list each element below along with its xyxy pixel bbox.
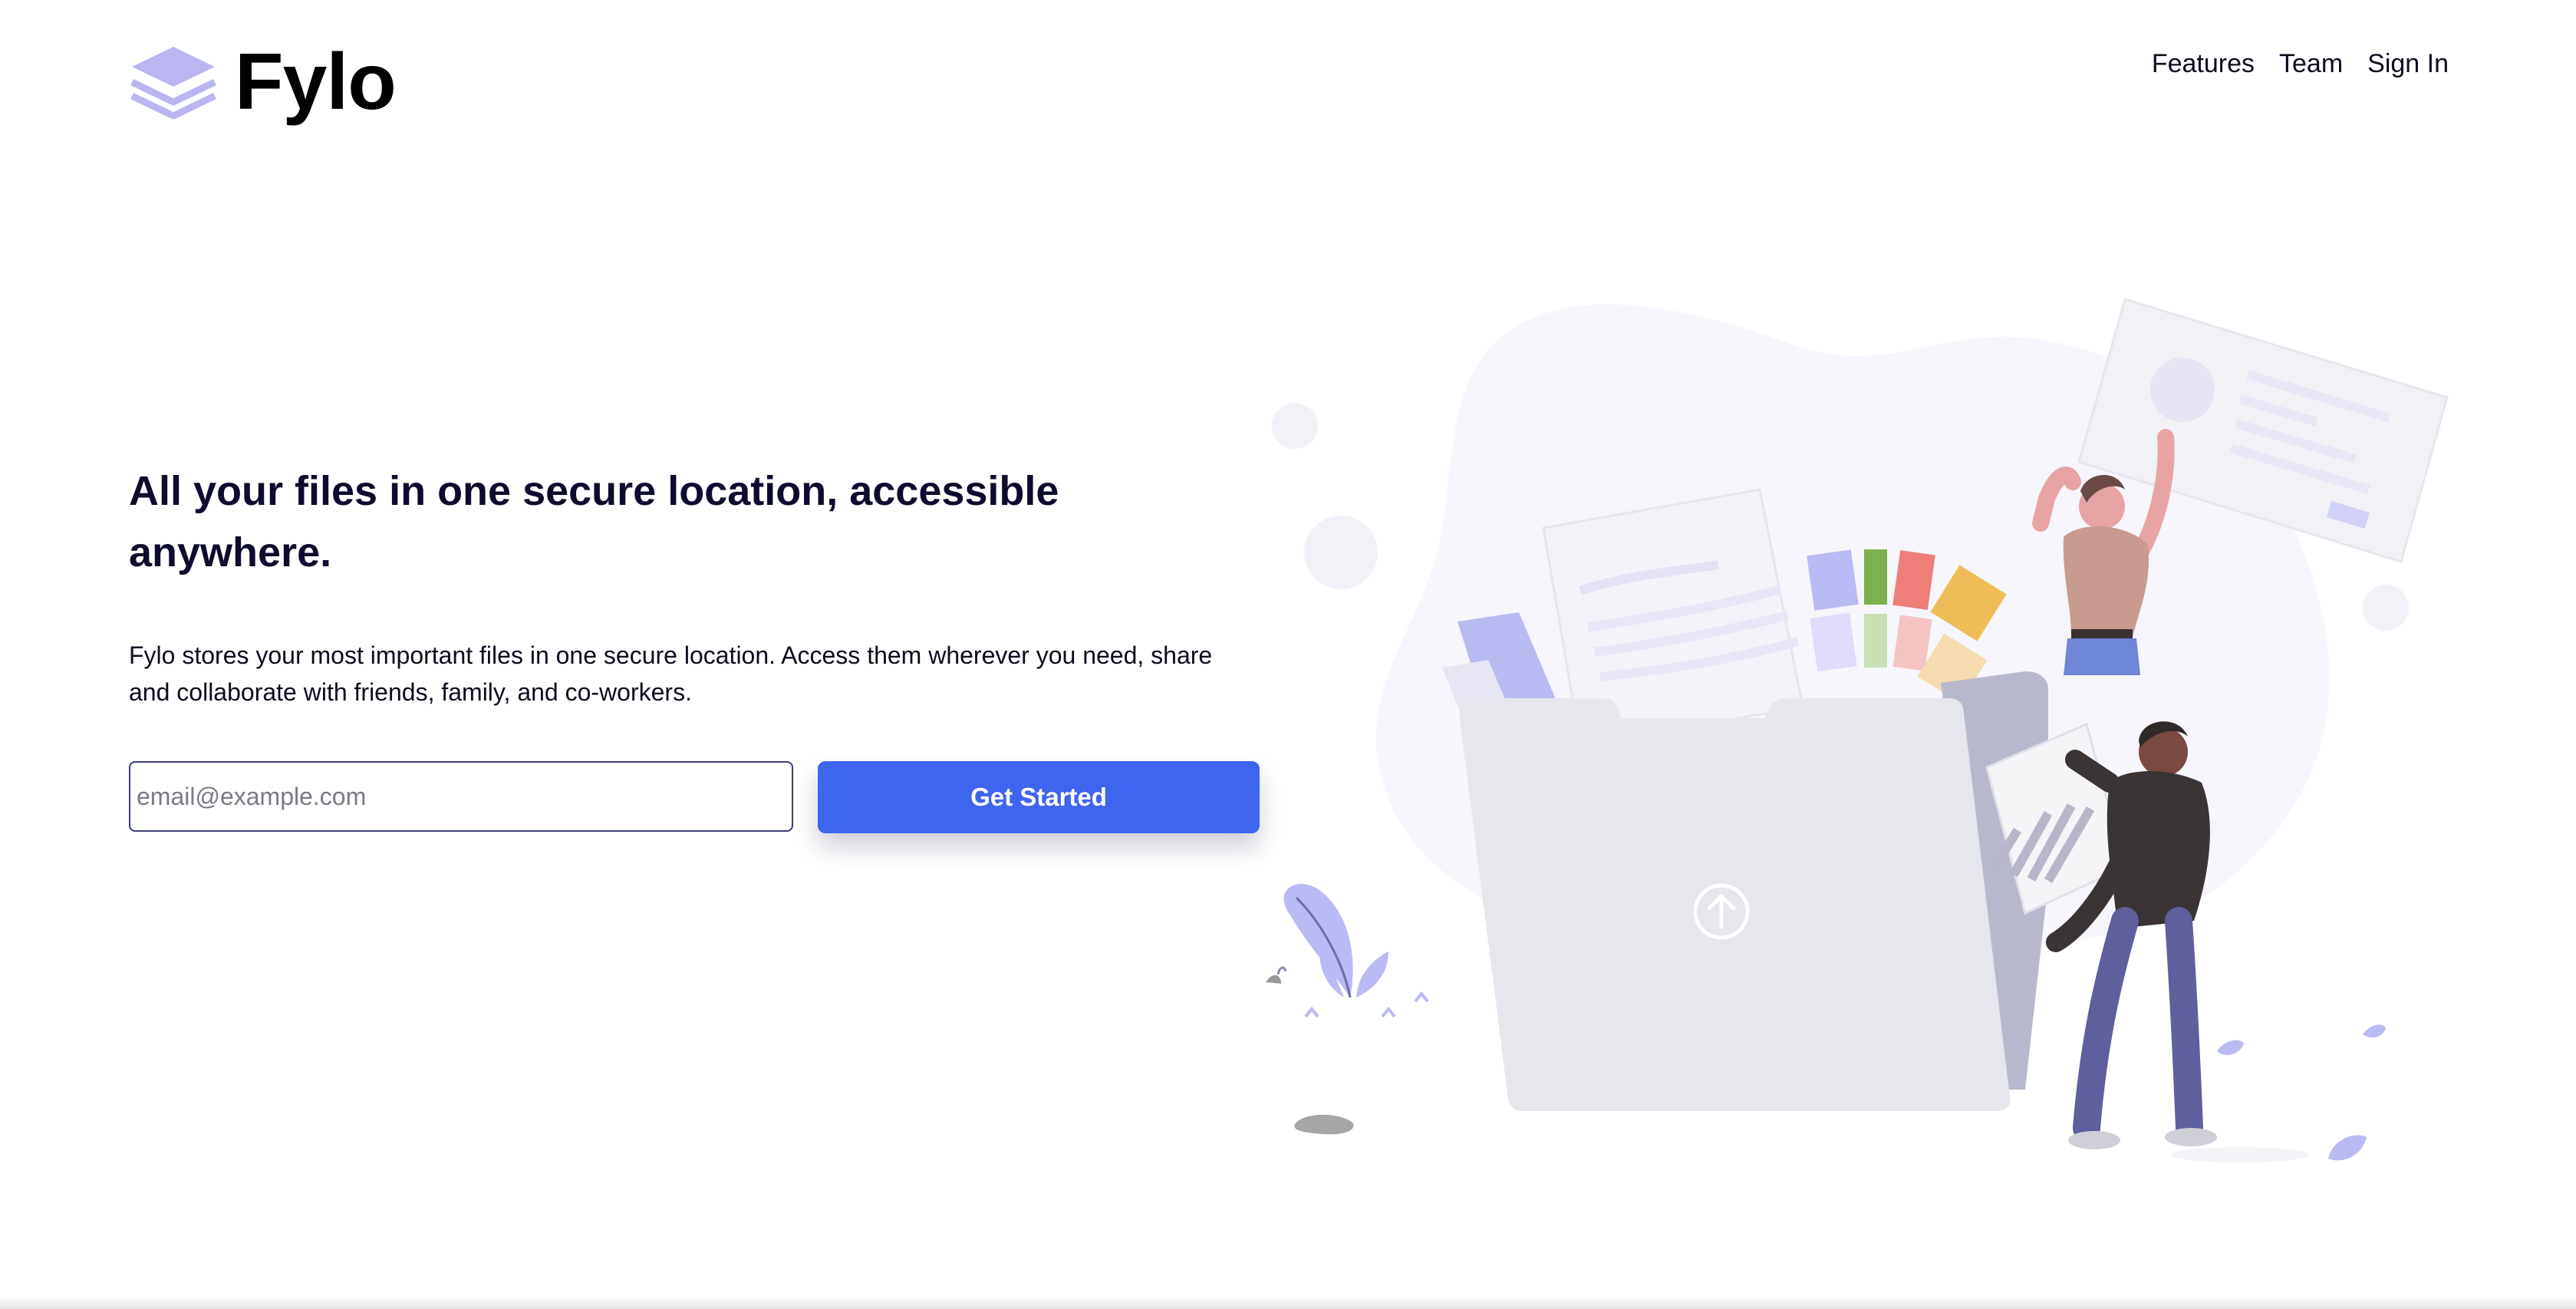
hero-title: All your files in one secure location, a… bbox=[129, 468, 1059, 575]
logo-wordmark: Fylo bbox=[235, 38, 397, 127]
email-input[interactable] bbox=[129, 761, 793, 832]
hero-description: Fylo stores your most important files in… bbox=[129, 641, 1213, 706]
get-started-button[interactable]: Get Started bbox=[818, 761, 1260, 833]
hero-illustration bbox=[1266, 298, 2449, 1162]
stacked-layers-icon bbox=[130, 47, 216, 120]
folder bbox=[1459, 698, 2011, 1111]
section-divider-shadow bbox=[0, 1297, 2576, 1309]
logo[interactable]: Fylo bbox=[129, 38, 397, 127]
nav-features[interactable]: Features bbox=[2152, 49, 2255, 79]
landing-page: Fylo Features Team Sign In All your file… bbox=[0, 0, 2576, 1309]
plant-decoration bbox=[1266, 883, 1429, 1135]
nav-team[interactable]: Team bbox=[2279, 49, 2343, 79]
nav-sign-in[interactable]: Sign In bbox=[2367, 49, 2449, 79]
main-nav: Features Team Sign In bbox=[2152, 49, 2449, 79]
